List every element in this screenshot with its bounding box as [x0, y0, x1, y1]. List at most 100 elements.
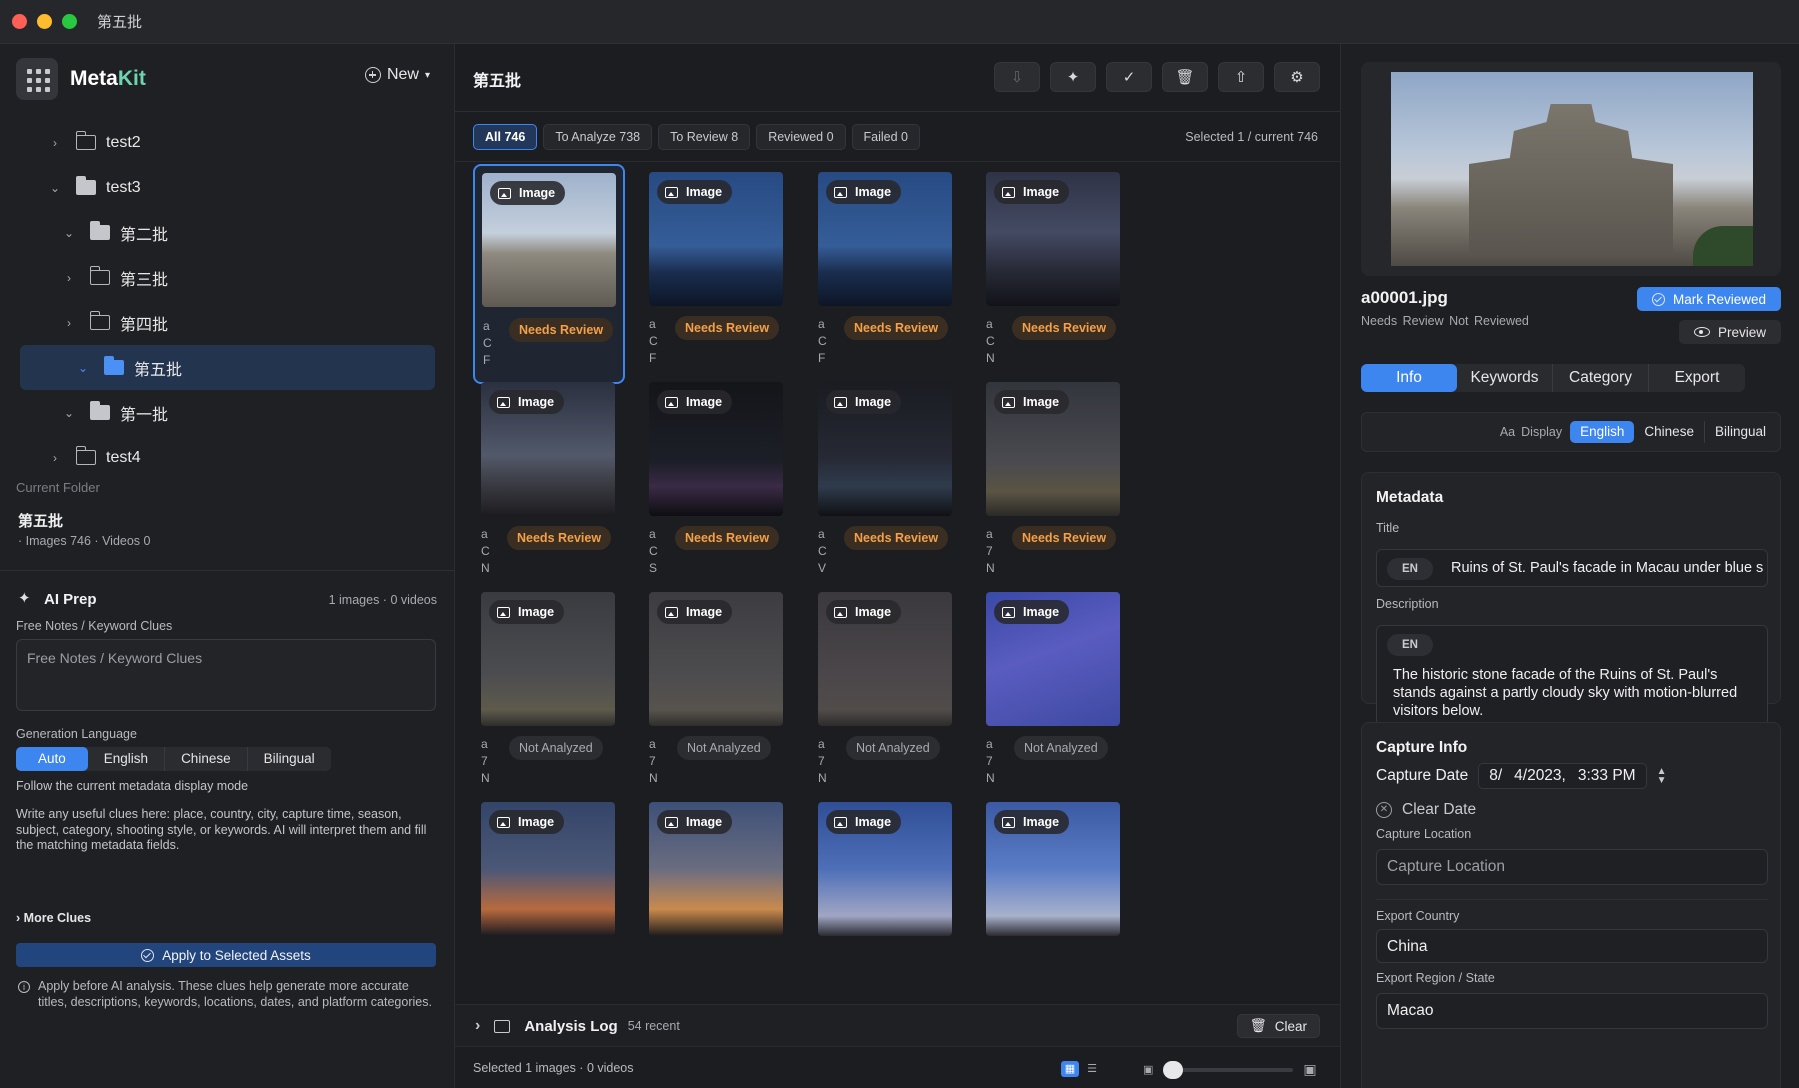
asset-thumbnail[interactable]: Image: [986, 592, 1120, 726]
description-field[interactable]: EN The historic stone facade of the Ruin…: [1376, 625, 1768, 731]
image-type-label: Image: [855, 815, 892, 829]
chevron-down-icon[interactable]: ⌄: [62, 226, 76, 240]
tree-item[interactable]: ⌄ 第二批: [0, 210, 455, 255]
asset-card[interactable]: Image: [978, 794, 1130, 1004]
asset-thumbnail[interactable]: Image: [481, 802, 615, 936]
title-field[interactable]: EN Ruins of St. Paul's facade in Macau u…: [1376, 549, 1768, 587]
asset-card[interactable]: Image a C F Needs Review: [810, 164, 962, 384]
chevron-down-icon[interactable]: ⌄: [76, 361, 90, 375]
mark-reviewed-button[interactable]: Mark Reviewed: [1637, 287, 1781, 311]
tree-item[interactable]: › test2: [0, 120, 455, 165]
filter-chip[interactable]: Failed 0: [851, 124, 921, 150]
asset-thumbnail[interactable]: Image: [649, 382, 783, 516]
capture-date-picker[interactable]: 8/ 4/2023, 3:33 PM: [1478, 763, 1647, 789]
asset-thumbnail[interactable]: Image: [986, 382, 1120, 516]
inspector-tabs: Info Keywords Category Export: [1361, 364, 1745, 392]
asset-card[interactable]: Image a 7 N Not Analyzed: [978, 584, 1130, 804]
asset-thumbnail[interactable]: Image: [818, 802, 952, 936]
asset-card[interactable]: Image a C N Needs Review: [473, 374, 625, 594]
chevron-down-icon[interactable]: ⌄: [48, 181, 62, 195]
language-option[interactable]: Chinese: [165, 747, 248, 771]
capture-location-input[interactable]: Capture Location: [1376, 849, 1768, 885]
display-option[interactable]: English: [1570, 421, 1635, 443]
minimize-window-button[interactable]: [37, 14, 52, 29]
zoom-slider[interactable]: [1163, 1060, 1294, 1079]
asset-thumbnail[interactable]: Image: [986, 172, 1120, 306]
chevron-right-icon[interactable]: ›: [48, 451, 62, 465]
tree-item[interactable]: › 第四批: [0, 300, 455, 345]
asset-card[interactable]: Image a 7 N Not Analyzed: [641, 584, 793, 804]
tree-item[interactable]: › 第三批: [0, 255, 455, 300]
asset-card[interactable]: Image a 7 N Not Analyzed: [473, 584, 625, 804]
chevron-down-icon[interactable]: ⌄: [62, 406, 76, 420]
asset-card[interactable]: Image a C F Needs Review: [473, 164, 625, 384]
card-caption-truncated: a 7 N: [649, 737, 658, 785]
clear-log-button[interactable]: 🗑 Clear: [1236, 1014, 1320, 1038]
zoom-slider-knob[interactable]: [1163, 1060, 1184, 1079]
import-button[interactable]: ⇩: [994, 62, 1040, 92]
export-country-input[interactable]: China: [1376, 929, 1768, 963]
settings-button[interactable]: ⚙: [1274, 62, 1320, 92]
language-option[interactable]: Auto: [16, 747, 88, 771]
preview-button[interactable]: Preview: [1679, 320, 1781, 344]
asset-card[interactable]: Image: [641, 794, 793, 1004]
new-button[interactable]: New ▾: [364, 66, 430, 84]
date-stepper-icon[interactable]: ▲ ▼: [1657, 767, 1667, 786]
log-icon: [494, 1019, 511, 1033]
clear-date-button[interactable]: ✕ Clear Date: [1376, 801, 1476, 819]
tab-export[interactable]: Export: [1649, 364, 1745, 392]
tree-item[interactable]: ⌄ test3: [0, 165, 455, 210]
asset-card[interactable]: Image a C F Needs Review: [641, 164, 793, 384]
asset-card[interactable]: Image a 7 N Needs Review: [978, 374, 1130, 594]
asset-card[interactable]: Image a C S Needs Review: [641, 374, 793, 594]
more-clues-toggle[interactable]: › More Clues: [16, 911, 91, 925]
export-region-input[interactable]: Macao: [1376, 993, 1768, 1029]
filter-chip[interactable]: All 746: [473, 124, 538, 150]
filter-chip[interactable]: Reviewed 0: [756, 124, 846, 150]
notes-input[interactable]: Free Notes / Keyword Clues: [16, 639, 436, 711]
chevron-right-icon[interactable]: ›: [62, 316, 76, 330]
tab-keywords[interactable]: Keywords: [1457, 364, 1553, 392]
ai-analyze-button[interactable]: ✦: [1050, 62, 1096, 92]
tree-item[interactable]: ⌄ 第一批: [0, 390, 455, 435]
asset-card[interactable]: Image: [810, 794, 962, 1004]
card-caption-truncated: a C F: [649, 317, 658, 365]
apply-to-selected-button[interactable]: Apply to Selected Assets: [16, 943, 436, 967]
asset-card[interactable]: Image a C N Needs Review: [978, 164, 1130, 384]
asset-thumbnail[interactable]: Image: [482, 173, 616, 307]
close-window-button[interactable]: [12, 14, 27, 29]
display-option[interactable]: Bilingual: [1705, 421, 1776, 443]
asset-thumbnail[interactable]: Image: [818, 592, 952, 726]
asset-card[interactable]: Image a C V Needs Review: [810, 374, 962, 594]
asset-thumbnail[interactable]: Image: [481, 592, 615, 726]
tree-item[interactable]: ⌄ 第五批: [20, 345, 435, 390]
share-button[interactable]: ⇧: [1218, 62, 1264, 92]
language-option[interactable]: English: [88, 747, 166, 771]
filter-chip[interactable]: To Review 8: [658, 124, 751, 150]
asset-thumbnail[interactable]: Image: [986, 802, 1120, 936]
tab-info[interactable]: Info: [1361, 364, 1457, 392]
delete-button[interactable]: 🗑: [1162, 62, 1208, 92]
chevron-right-icon[interactable]: ›: [48, 136, 62, 150]
asset-thumbnail[interactable]: Image: [649, 592, 783, 726]
asset-thumbnail[interactable]: Image: [649, 802, 783, 936]
zoom-window-button[interactable]: [62, 14, 77, 29]
asset-thumbnail[interactable]: Image: [818, 382, 952, 516]
asset-thumbnail[interactable]: Image: [818, 172, 952, 306]
chevron-right-icon[interactable]: ›: [62, 271, 76, 285]
asset-card[interactable]: Image: [473, 794, 625, 1004]
tree-item[interactable]: › test4: [0, 435, 455, 480]
tab-category[interactable]: Category: [1553, 364, 1649, 392]
preview-image[interactable]: [1391, 72, 1753, 266]
asset-thumbnail[interactable]: Image: [649, 172, 783, 306]
analysis-log-toggle[interactable]: › Analysis Log 54 recent: [475, 1017, 680, 1035]
grid-view-icon[interactable]: ▦: [1061, 1061, 1079, 1077]
mark-reviewed-toolbar-button[interactable]: ✓: [1106, 62, 1152, 92]
asset-card[interactable]: Image a 7 N Not Analyzed: [810, 584, 962, 804]
app-grid-icon[interactable]: [16, 58, 58, 100]
display-option[interactable]: Chinese: [1634, 421, 1705, 443]
list-view-icon[interactable]: ☰: [1083, 1061, 1101, 1077]
filter-chip[interactable]: To Analyze 738: [543, 124, 653, 150]
asset-thumbnail[interactable]: Image: [481, 382, 615, 516]
language-option[interactable]: Bilingual: [248, 747, 331, 771]
